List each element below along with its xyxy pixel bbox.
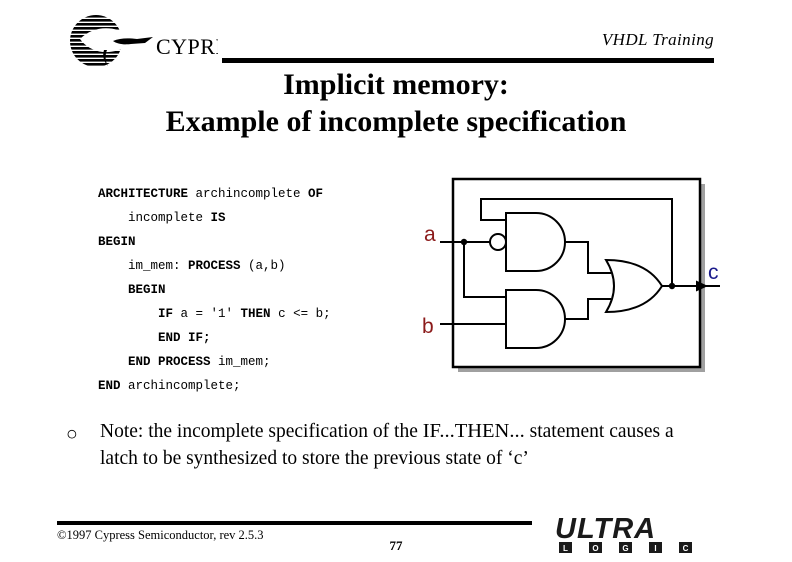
brand-letter: I: [654, 544, 656, 553]
code-keyword: IS: [210, 211, 226, 225]
signal-label-b: b: [422, 315, 434, 338]
code-line: incomplete IS: [98, 206, 331, 230]
code-line: END archincomplete;: [98, 374, 331, 398]
code-keyword: BEGIN: [98, 235, 136, 249]
code-text: c <= b;: [270, 307, 331, 321]
svg-text:ULTRA: ULTRA: [555, 513, 656, 545]
page-title-line1: Implicit memory:: [283, 68, 509, 101]
code-keyword: OF: [308, 187, 324, 201]
code-text: a = '1': [173, 307, 241, 321]
code-line: END IF;: [98, 326, 331, 350]
note-text-part1: Note: the incomplete specification of th…: [100, 421, 423, 442]
schematic-diagram: a b c: [422, 172, 720, 382]
brand-letter: G: [622, 544, 628, 553]
code-keyword: PROCESS: [188, 259, 241, 273]
code-text: archincomplete;: [120, 379, 241, 393]
code-keyword: IF: [158, 307, 174, 321]
code-line: IF a = '1' THEN c <= b;: [98, 302, 331, 326]
vhdl-code-block: ARCHITECTURE archincomplete OF incomplet…: [98, 182, 331, 398]
code-keyword: END IF;: [158, 331, 211, 345]
code-line: BEGIN: [98, 230, 331, 254]
code-text: (a,b): [240, 259, 286, 273]
brand-letter: C: [683, 544, 689, 553]
code-text: incomplete: [98, 211, 211, 225]
note-block: ○ Note: the incomplete specification of …: [66, 418, 706, 472]
header-rule: [222, 58, 714, 63]
svg-text:CYPRESS: CYPRESS: [156, 34, 218, 59]
header-training-label: VHDL Training: [601, 30, 714, 49]
code-line: ARCHITECTURE archincomplete OF: [98, 182, 331, 206]
code-line: BEGIN: [98, 278, 331, 302]
code-text: im_mem;: [210, 355, 271, 369]
cypress-logo: CYPRESS: [58, 14, 218, 70]
footer-rule: [57, 521, 532, 525]
code-text: archincomplete: [188, 187, 309, 201]
code-text: im_mem:: [98, 259, 189, 273]
code-line: END PROCESS im_mem;: [98, 350, 331, 374]
code-keyword: END PROCESS: [128, 355, 211, 369]
slide-root: CYPRESS VHDL Training Implicit memory: E…: [0, 0, 792, 562]
code-keyword: THEN: [240, 307, 271, 321]
bullet-icon: ○: [66, 423, 78, 445]
brand-letter: L: [563, 544, 568, 553]
page-title-line2: Example of incomplete specification: [165, 105, 627, 138]
code-line: im_mem: PROCESS (a,b): [98, 254, 331, 278]
note-keyword: IF...THEN...: [422, 420, 525, 442]
signal-label-a: a: [424, 223, 436, 246]
signal-label-c: c: [708, 261, 719, 284]
brand-letter: O: [592, 544, 598, 553]
code-keyword: END: [98, 379, 121, 393]
code-keyword: BEGIN: [128, 283, 166, 297]
ultra-logic-logo: ULTRA L O G I C: [553, 512, 733, 554]
note-text: Note: the incomplete specification of th…: [100, 418, 706, 472]
code-keyword: ARCHITECTURE: [98, 187, 189, 201]
